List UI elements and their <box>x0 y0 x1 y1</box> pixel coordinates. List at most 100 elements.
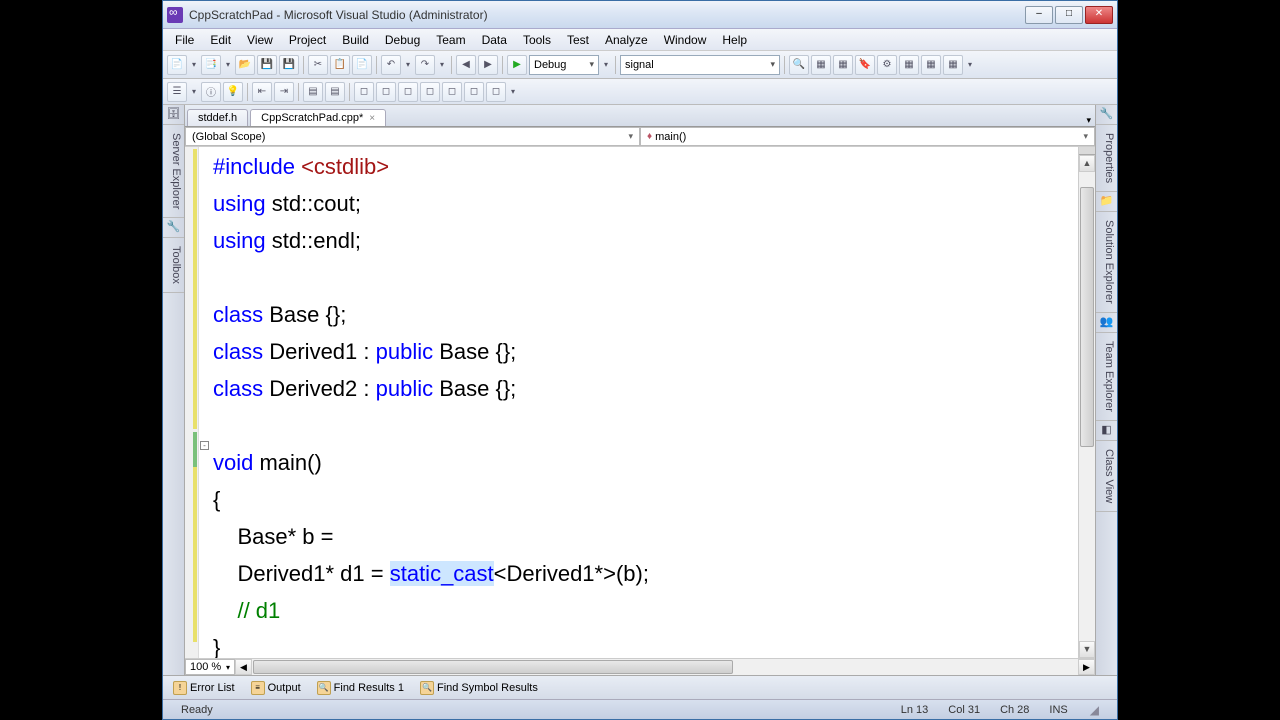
open-icon[interactable]: 📂 <box>235 55 255 75</box>
menu-help[interactable]: Help <box>714 31 755 49</box>
save-all-icon[interactable]: 💾 <box>279 55 299 75</box>
quick-info-icon[interactable]: 💡 <box>223 82 243 102</box>
bookmark5-icon[interactable]: ◻ <box>442 82 462 102</box>
maximize-button[interactable]: □ <box>1055 6 1083 24</box>
decrease-indent-icon[interactable]: ⇤ <box>252 82 272 102</box>
error-list-tab[interactable]: !Error List <box>167 679 241 697</box>
file-tab-stddef[interactable]: stddef.h <box>187 109 248 126</box>
menu-build[interactable]: Build <box>334 31 377 49</box>
team-explorer-tab[interactable]: Team Explorer <box>1096 333 1117 421</box>
menu-tools[interactable]: Tools <box>515 31 559 49</box>
bookmark6-icon[interactable]: ◻ <box>464 82 484 102</box>
toolbox-tab[interactable]: Toolbox <box>163 238 184 293</box>
add-dropdown-icon[interactable]: ▾ <box>223 55 233 75</box>
scope-combo[interactable]: (Global Scope) <box>185 127 640 146</box>
uncomment-icon[interactable]: ▦ <box>833 55 853 75</box>
vertical-scrollbar[interactable]: ▲ ▼ <box>1078 147 1095 658</box>
bookmark-icon[interactable]: 🔖 <box>855 55 875 75</box>
add-item-icon[interactable]: 📑 <box>201 55 221 75</box>
menu-team[interactable]: Team <box>428 31 473 49</box>
file-tab-cppscratchpad[interactable]: CppScratchPad.cpp*× <box>250 109 386 126</box>
save-icon[interactable]: 💾 <box>257 55 277 75</box>
find-results-tab[interactable]: 🔍Find Results 1 <box>311 679 410 697</box>
config-combo[interactable]: Debug <box>529 55 599 75</box>
menu-test[interactable]: Test <box>559 31 597 49</box>
menu-project[interactable]: Project <box>281 31 334 49</box>
find-in-files-icon[interactable]: 🔍 <box>789 55 809 75</box>
code-token: #include <box>213 154 301 179</box>
find-symbol-tab[interactable]: 🔍Find Symbol Results <box>414 679 544 697</box>
team-explorer-icon[interactable]: 👥 <box>1096 313 1117 333</box>
class-view-icon[interactable]: ◧ <box>1096 421 1117 441</box>
comment-icon[interactable]: ▦ <box>811 55 831 75</box>
tool3-icon[interactable]: ▦ <box>921 55 941 75</box>
bookmark-next-icon[interactable]: ◻ <box>398 82 418 102</box>
bookmark-toggle-icon[interactable]: ◻ <box>354 82 374 102</box>
tool4-icon[interactable]: ▦ <box>943 55 963 75</box>
new-project-icon[interactable]: 📄 <box>167 55 187 75</box>
undo-dropdown-icon[interactable]: ▾ <box>403 55 413 75</box>
zoom-combo[interactable]: 100 % <box>185 659 235 675</box>
new-dropdown-icon[interactable]: ▾ <box>189 55 199 75</box>
nav-fwd-icon[interactable]: ▶ <box>478 55 498 75</box>
tab-list-dropdown-icon[interactable]: ▾ <box>1082 115 1095 126</box>
solution-explorer-tab[interactable]: Solution Explorer <box>1096 212 1117 313</box>
code-text[interactable]: #include <cstdlib> using std::cout; usin… <box>211 147 1078 658</box>
tool-icon[interactable]: ⚙ <box>877 55 897 75</box>
menu-window[interactable]: Window <box>656 31 715 49</box>
start-debug-icon[interactable]: ▶ <box>507 55 527 75</box>
find-combo[interactable]: signal <box>620 55 780 75</box>
close-button[interactable]: ✕ <box>1085 6 1113 24</box>
solution-explorer-icon[interactable]: 📁 <box>1096 192 1117 212</box>
undo-icon[interactable]: ↶ <box>381 55 401 75</box>
paste-icon[interactable]: 📄 <box>352 55 372 75</box>
increase-indent-icon[interactable]: ⇥ <box>274 82 294 102</box>
server-explorer-icon[interactable]: 🗄 <box>163 105 184 125</box>
find-results-icon: 🔍 <box>317 681 331 695</box>
menu-debug[interactable]: Debug <box>377 31 428 49</box>
menu-view[interactable]: View <box>239 31 281 49</box>
uncomment-sel-icon[interactable]: ▤ <box>325 82 345 102</box>
scroll-down-icon[interactable]: ▼ <box>1079 641 1095 658</box>
redo-icon[interactable]: ↷ <box>415 55 435 75</box>
member-dd-icon[interactable]: ▾ <box>189 82 199 102</box>
menu-data[interactable]: Data <box>474 31 515 49</box>
horizontal-scrollbar[interactable]: ◀ ▶ <box>235 659 1095 675</box>
cut-icon[interactable]: ✂ <box>308 55 328 75</box>
hscroll-thumb[interactable] <box>253 660 733 674</box>
member-list-icon[interactable]: ☰ <box>167 82 187 102</box>
toolbar2-overflow-icon[interactable]: ▾ <box>508 82 518 102</box>
comment-sel-icon[interactable]: ▤ <box>303 82 323 102</box>
scope-value: (Global Scope) <box>192 131 265 143</box>
member-combo[interactable]: ♦main() <box>640 127 1095 146</box>
properties-tab[interactable]: Properties <box>1096 125 1117 192</box>
outline-collapse-icon[interactable]: - <box>200 441 209 450</box>
resize-grip-icon[interactable]: ◢ <box>1090 703 1099 717</box>
menu-edit[interactable]: Edit <box>202 31 239 49</box>
split-handle[interactable] <box>1079 147 1095 155</box>
scroll-up-icon[interactable]: ▲ <box>1079 155 1095 172</box>
bookmark7-icon[interactable]: ◻ <box>486 82 506 102</box>
output-tab[interactable]: ≡Output <box>245 679 307 697</box>
code-area[interactable]: - #include <cstdlib> using std::cout; us… <box>185 147 1095 658</box>
toolbox-icon[interactable]: 🔧 <box>163 218 184 238</box>
bookmark-clear-icon[interactable]: ◻ <box>420 82 440 102</box>
close-tab-icon[interactable]: × <box>369 113 375 124</box>
param-info-icon[interactable]: ⓘ <box>201 82 221 102</box>
copy-icon[interactable]: 📋 <box>330 55 350 75</box>
tool2-icon[interactable]: ▦ <box>899 55 919 75</box>
scroll-right-icon[interactable]: ▶ <box>1078 659 1095 675</box>
nav-back-icon[interactable]: ◀ <box>456 55 476 75</box>
minimize-button[interactable]: – <box>1025 6 1053 24</box>
toolbar-overflow-icon[interactable]: ▾ <box>965 55 975 75</box>
scroll-left-icon[interactable]: ◀ <box>235 659 252 675</box>
properties-icon[interactable]: 🔧 <box>1096 105 1117 125</box>
redo-dropdown-icon[interactable]: ▾ <box>437 55 447 75</box>
server-explorer-tab[interactable]: Server Explorer <box>163 125 184 218</box>
scroll-thumb[interactable] <box>1080 187 1094 447</box>
bookmark-prev-icon[interactable]: ◻ <box>376 82 396 102</box>
class-view-tab[interactable]: Class View <box>1096 441 1117 512</box>
platform-dropdown-icon[interactable]: ▾ <box>601 55 611 75</box>
menu-file[interactable]: File <box>167 31 202 49</box>
menu-analyze[interactable]: Analyze <box>597 31 656 49</box>
